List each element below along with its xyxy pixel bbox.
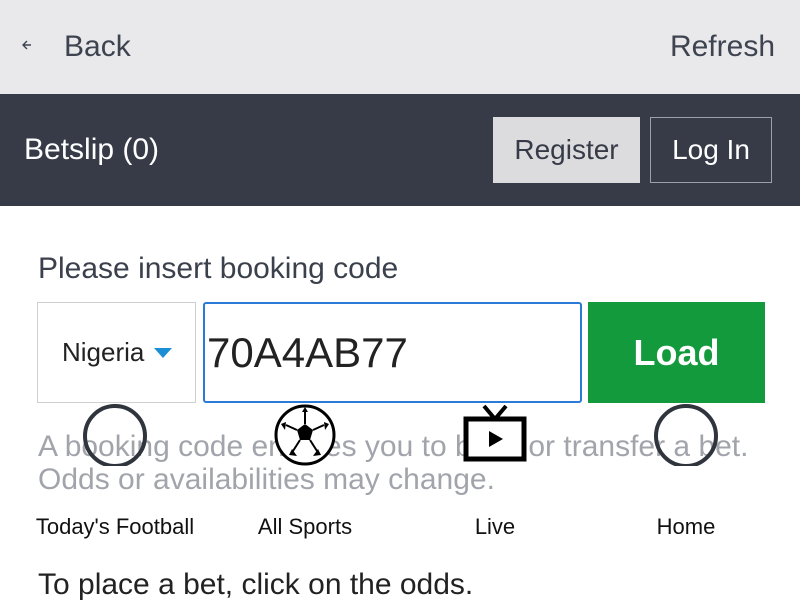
refresh-button[interactable]: Refresh	[670, 0, 775, 94]
circle-icon	[83, 404, 147, 466]
back-button[interactable]: Back	[20, 0, 131, 94]
country-select[interactable]: Nigeria	[37, 302, 196, 403]
load-button[interactable]: Load	[588, 302, 765, 403]
back-label: Back	[64, 30, 131, 63]
arrow-left-icon	[20, 38, 40, 56]
register-button[interactable]: Register	[493, 117, 640, 183]
place-bet-hint: To place a bet, click on the odds.	[38, 568, 474, 600]
tv-play-icon	[463, 404, 527, 462]
nav-item-live[interactable]: Live	[395, 400, 595, 550]
top-bar: Back Refresh	[0, 0, 800, 94]
nav-label: Home	[656, 514, 716, 539]
nav-item-all-sports[interactable]: All Sports	[205, 400, 405, 550]
booking-prompt: Please insert booking code	[38, 252, 399, 285]
nav-item-home[interactable]: Home	[586, 400, 786, 550]
login-button[interactable]: Log In	[650, 117, 772, 183]
betslip-header: Betslip (0) Register Log In	[0, 94, 800, 206]
nav-label: Today's Football	[35, 514, 195, 539]
nav-label: All Sports	[257, 514, 353, 539]
circle-icon	[654, 404, 718, 466]
caret-down-icon	[154, 347, 173, 358]
soccer-ball-icon	[274, 404, 336, 466]
betslip-title[interactable]: Betslip (0)	[24, 94, 159, 206]
nav-label: Live	[474, 514, 516, 539]
booking-code-input[interactable]	[203, 302, 582, 403]
country-selected-value: Nigeria	[62, 337, 145, 367]
nav-item-todays-football[interactable]: Today's Football	[15, 400, 215, 550]
